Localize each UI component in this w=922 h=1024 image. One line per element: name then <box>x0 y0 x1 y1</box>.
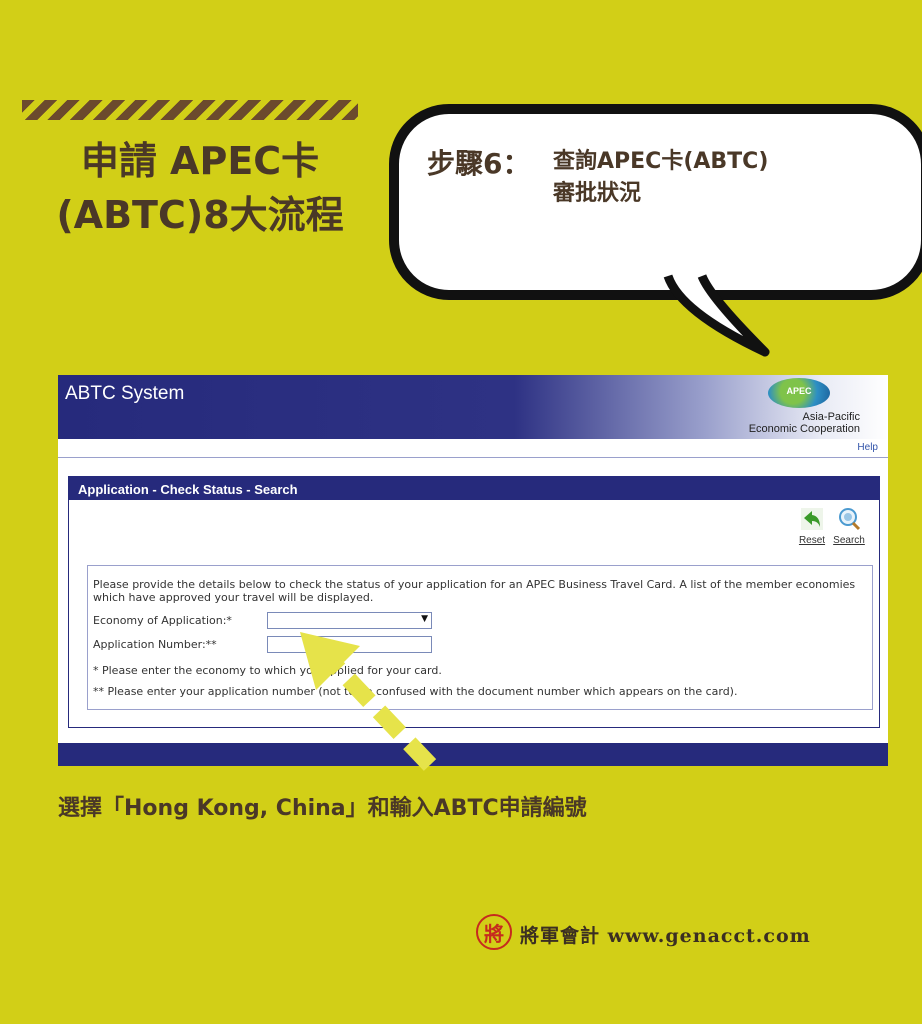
speech-bubble-tail <box>650 272 770 357</box>
step-label: 步驟6： <box>427 147 531 180</box>
brand-name: 將軍會計 www.genacct.com <box>520 925 811 947</box>
help-bar: Help <box>58 441 888 458</box>
reset-icon <box>801 508 823 530</box>
instruction-caption: 選擇「Hong Kong, China」和輸入ABTC申請編號 <box>58 796 587 821</box>
search-form: Please provide the details below to chec… <box>87 565 873 710</box>
abtc-window: ABTC System APEC Asia-Pacific Economic C… <box>58 375 888 766</box>
window-header: ABTC System APEC Asia-Pacific Economic C… <box>58 375 888 439</box>
app-title: ABTC System <box>65 383 185 404</box>
step-line1: 查詢APEC卡(ABTC) <box>553 149 769 174</box>
search-label: Search <box>833 535 865 546</box>
org-line1: Asia-Pacific <box>802 411 860 423</box>
poster-title-line2: (ABTC)8大流程 <box>56 193 344 237</box>
org-line2: Economic Cooperation <box>748 423 860 435</box>
economy-select[interactable]: ▼ <box>267 612 432 629</box>
panel-header: Application - Check Status - Search <box>69 477 879 500</box>
poster-title-line1: 申請 APEC卡 <box>80 139 320 183</box>
search-icon <box>839 508 861 531</box>
reset-label: Reset <box>798 535 826 546</box>
decorative-stripes <box>22 100 358 120</box>
apec-logo-icon: APEC <box>768 378 830 408</box>
application-number-label: Application Number:** <box>93 638 217 651</box>
help-link[interactable]: Help <box>857 442 878 453</box>
step-description: 查詢APEC卡(ABTC) 審批狀況 <box>553 146 813 210</box>
economy-note: * Please enter the economy to which you … <box>93 664 442 677</box>
org-name: Asia-Pacific Economic Cooperation <box>749 411 860 435</box>
search-button[interactable]: Search <box>831 507 867 546</box>
application-number-note: ** Please enter your application number … <box>93 685 738 698</box>
economy-label: Economy of Application:* <box>93 614 232 627</box>
intro-text: Please provide the details below to chec… <box>93 578 856 604</box>
panel-title: Application - Check Status - Search <box>78 482 298 497</box>
step-line2: 審批狀況 <box>553 181 642 206</box>
poster-title: 申請 APEC卡 (ABTC)8大流程 <box>20 134 380 242</box>
reset-button[interactable]: Reset <box>794 507 830 546</box>
brand-seal-icon: 將 <box>476 914 512 950</box>
window-footer <box>58 743 888 766</box>
check-status-panel: Application - Check Status - Search Rese… <box>68 476 880 728</box>
chevron-down-icon: ▼ <box>421 614 428 624</box>
apec-logo-text: APEC <box>786 386 812 396</box>
application-number-input[interactable] <box>267 636 432 653</box>
